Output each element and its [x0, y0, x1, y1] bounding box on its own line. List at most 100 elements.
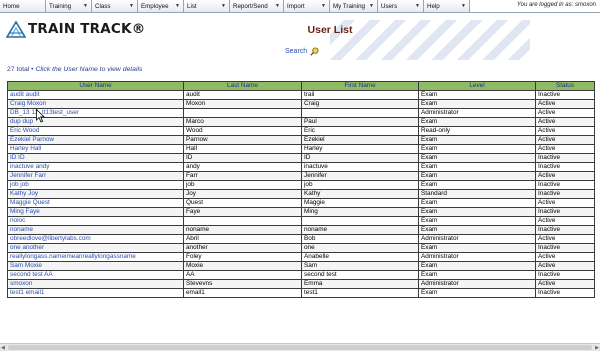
status-cell: Active: [535, 117, 595, 127]
horizontal-scrollbar[interactable]: ◀ ▶: [0, 343, 600, 351]
scrollbar-thumb[interactable]: [8, 345, 592, 350]
user-name-link[interactable]: Kathy Joy: [10, 191, 38, 198]
status-cell: Active: [535, 261, 595, 271]
menu-help[interactable]: Help ▼: [424, 0, 470, 12]
table-body: audit audit audit trail Exam Inactive Craig M…: [7, 90, 595, 298]
last-name-cell: Abril: [183, 234, 302, 244]
first-name-cell: Ming: [301, 207, 419, 217]
status-cell: Inactive: [535, 162, 595, 172]
menu-employee[interactable]: Employee ▼: [138, 0, 184, 12]
user-name-cell: Craig Moxon: [7, 99, 184, 109]
user-name-link[interactable]: Maggie Quest: [10, 200, 50, 207]
level-cell: Exam: [418, 153, 536, 163]
menu-list[interactable]: List ▼: [184, 0, 230, 12]
menu-home[interactable]: Home: [0, 0, 46, 12]
user-name-link[interactable]: Eric Wood: [10, 128, 39, 135]
first-name-cell: Ezekiel: [301, 135, 419, 145]
status-cell: Active: [535, 126, 595, 136]
user-name-link[interactable]: Ezekiel Parnow: [10, 137, 54, 144]
menu-class[interactable]: Class ▼: [92, 0, 138, 12]
chevron-down-icon: ▼: [221, 3, 226, 9]
level-cell: Exam: [418, 216, 536, 226]
user-name-link[interactable]: second test AA: [10, 272, 53, 279]
last-name-cell: Marco: [183, 117, 302, 127]
status-cell: Inactive: [535, 207, 595, 217]
menu-import[interactable]: Import ▼: [284, 0, 330, 12]
user-name-link[interactable]: noname: [10, 227, 33, 234]
search-link[interactable]: Search: [285, 47, 319, 56]
status-cell: Active: [535, 216, 595, 226]
menu-training[interactable]: Training ▼: [46, 0, 92, 12]
menu-my-training[interactable]: My Training ▼: [330, 0, 378, 12]
table-row: Maggie Quest Quest Maggie Exam Active: [7, 198, 595, 208]
scroll-left-arrow-icon[interactable]: ◀: [1, 345, 5, 351]
level-cell: Administrator: [418, 252, 536, 262]
last-name-cell: Moxie: [183, 261, 302, 271]
level-cell: Exam: [418, 90, 536, 100]
user-name-link[interactable]: smoxon: [10, 281, 32, 288]
menu-label: Import: [287, 2, 305, 10]
last-name-cell: Stevevns: [183, 279, 302, 289]
user-name-link[interactable]: one another: [10, 245, 44, 252]
last-name-cell: job: [183, 180, 302, 190]
menu-users[interactable]: Users ▼: [378, 0, 424, 12]
menu-report-send[interactable]: Report/Send ▼: [230, 0, 284, 12]
user-name-cell: Eric Wood: [7, 126, 184, 136]
user-name-link[interactable]: Jennifer Farr: [10, 173, 46, 180]
table-row: Harley Hall Hall Harley Exam Active: [7, 144, 595, 154]
table-row: job job job job Exam Inactive: [7, 180, 595, 190]
table-row: audit audit audit trail Exam Inactive: [7, 90, 595, 100]
chevron-down-icon: ▼: [175, 3, 180, 9]
level-cell: Exam: [418, 144, 536, 154]
table-row: Eric Wood Wood Eric Read-only Active: [7, 126, 595, 136]
level-cell: Administrator: [418, 279, 536, 289]
column-header-status[interactable]: Status: [535, 81, 595, 91]
search-label[interactable]: Search: [285, 48, 307, 55]
user-name-link[interactable]: audit audit: [10, 92, 40, 99]
user-name-link[interactable]: Ming Faye: [10, 209, 40, 216]
user-name-link[interactable]: inactuve andy: [10, 164, 49, 171]
user-name-link[interactable]: Craig Moxon: [10, 101, 46, 108]
level-cell: Exam: [418, 207, 536, 217]
last-name-cell: Farr: [183, 171, 302, 181]
level-cell: Exam: [418, 198, 536, 208]
column-header-level[interactable]: Level: [418, 81, 536, 91]
user-name-link[interactable]: job job: [10, 182, 29, 189]
level-cell: Exam: [418, 171, 536, 181]
first-name-cell: job: [301, 180, 419, 190]
column-header-first-name[interactable]: First Name: [301, 81, 419, 91]
user-name-link[interactable]: test1 email1: [10, 290, 44, 297]
table-header-row: User Name Last Name First Name Level Sta…: [7, 81, 595, 91]
last-name-cell: andy: [183, 162, 302, 172]
user-name-link[interactable]: noloc: [10, 218, 25, 225]
user-name-cell: Harley Hall: [7, 144, 184, 154]
logo-text: TRAIN TRACK®: [28, 21, 146, 37]
table-row: noloc Exam Active: [7, 216, 595, 226]
level-cell: Administrator: [418, 108, 536, 118]
level-cell: Exam: [418, 135, 536, 145]
chevron-down-icon: ▼: [275, 3, 280, 9]
column-header-user-name[interactable]: User Name: [7, 81, 184, 91]
first-name-cell: Craig: [301, 99, 419, 109]
user-name-link[interactable]: dup dup: [10, 119, 33, 126]
user-name-link[interactable]: Harley Hall: [10, 146, 41, 153]
status-cell: Inactive: [535, 243, 595, 253]
last-name-cell: audit: [183, 90, 302, 100]
user-name-link[interactable]: ID ID: [10, 155, 25, 162]
user-name-link[interactable]: Sam Moxie: [10, 263, 42, 270]
train-track-logo[interactable]: TRAIN TRACK®: [6, 18, 145, 40]
level-cell: Exam: [418, 117, 536, 127]
column-header-last-name[interactable]: Last Name: [183, 81, 302, 91]
level-cell: Exam: [418, 288, 536, 298]
first-name-cell: noname: [301, 225, 419, 235]
level-cell: Standard: [418, 189, 536, 199]
search-icon[interactable]: [310, 47, 319, 56]
user-name-link[interactable]: reallylongass.nameimeanreallylongassname: [10, 254, 136, 261]
first-name-cell: second test: [301, 270, 419, 280]
menu-label: My Training: [333, 2, 365, 10]
scroll-right-arrow-icon[interactable]: ▶: [595, 345, 599, 351]
table-row: dup dup Marco Paul Exam Active: [7, 117, 595, 127]
menu-label: Report/Send: [233, 2, 268, 10]
user-name-link[interactable]: obreedlove@libertylabs.com: [10, 236, 91, 243]
user-name-cell: inactuve andy: [7, 162, 184, 172]
